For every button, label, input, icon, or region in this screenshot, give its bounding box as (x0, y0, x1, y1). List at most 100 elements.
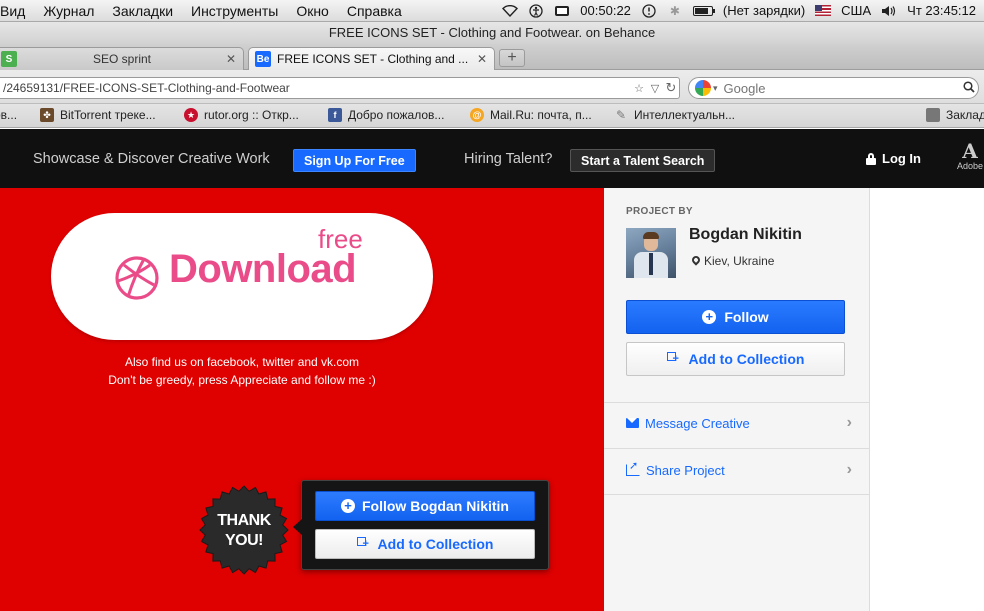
adobe-label: Adobe (957, 161, 984, 171)
follow-button[interactable]: + Follow (626, 300, 845, 334)
bookmarks-folder[interactable]: Заклад (926, 108, 984, 122)
tab-strip: S SEO sprint ✕ Be FREE ICONS SET - Cloth… (0, 44, 984, 70)
mail-icon (626, 418, 639, 428)
paperclip-icon: ✎ (615, 108, 627, 122)
search-icon[interactable] (960, 80, 978, 96)
add-to-collection-label: Add to Collection (377, 536, 494, 552)
lock-icon (866, 152, 876, 165)
tab-seo-sprint[interactable]: S SEO sprint ✕ (0, 47, 244, 70)
hiring-label: Hiring Talent? (464, 151, 553, 167)
project-sidebar: PROJECT BY Bogdan Nikitin Kiev, Ukraine … (604, 188, 870, 611)
history-dropdown-icon[interactable]: ▽ (647, 82, 663, 95)
bittorrent-icon: ✤ (40, 108, 54, 122)
tab-label: FREE ICONS SET - Clothing and ... (277, 52, 469, 66)
thank-you-text: THANK YOU! (217, 512, 271, 549)
page-gutter (871, 188, 984, 611)
time-machine-icon[interactable] (641, 3, 657, 18)
bookmark-star-icon[interactable]: ☆ (631, 82, 647, 95)
sidebar-add-to-collection-button[interactable]: Add to Collection (626, 342, 845, 376)
bookmark-intellectual[interactable]: ✎ Интеллектуальн... (614, 108, 735, 122)
adobe-logo[interactable]: A Adobe (957, 141, 983, 171)
follow-owner-button[interactable]: + Follow Bogdan Nikitin (315, 491, 535, 521)
status-tray: 00:50:22 ✱ (Нет зарядки) США Чт 23:45:12 (502, 3, 984, 18)
battery-icon[interactable] (692, 5, 715, 16)
window-title: FREE ICONS SET - Clothing and Footwear. … (0, 22, 984, 44)
wifi-icon[interactable] (502, 4, 519, 18)
menu-tools[interactable]: Инструменты (182, 3, 287, 19)
mailru-icon: @ (470, 108, 484, 122)
artwork-caption: Don't be greedy, press Appreciate and fo… (108, 373, 376, 387)
share-project-link[interactable]: Share Project › (626, 459, 852, 480)
sign-up-button[interactable]: Sign Up For Free (293, 149, 416, 172)
log-in-link[interactable]: Log In (866, 151, 921, 166)
owner-location: Kiev, Ukraine (692, 254, 774, 268)
menu-window[interactable]: Окно (287, 3, 338, 19)
location-pin-icon (692, 256, 700, 267)
reload-icon[interactable]: ↻ (663, 80, 679, 96)
follow-owner-label: Follow Bogdan Nikitin (362, 498, 509, 514)
facebook-icon: f (328, 108, 342, 122)
bluetooth-icon[interactable]: ✱ (667, 4, 683, 18)
folder-icon (926, 108, 940, 122)
plus-circle-icon: + (702, 310, 717, 324)
us-flag-icon[interactable] (815, 5, 832, 16)
bookmark-rutor[interactable]: ★ rutor.org :: Откр... (184, 108, 299, 122)
adobe-icon: A (962, 139, 978, 163)
navigation-toolbar: /24659131/FREE-ICONS-SET-Clothing-and-Fo… (0, 70, 984, 104)
close-icon[interactable]: ✕ (225, 52, 237, 66)
tab-behance[interactable]: Be FREE ICONS SET - Clothing and ... ✕ (248, 47, 495, 70)
owner-name[interactable]: Bogdan Nikitin (689, 226, 802, 244)
project-artwork: Download free Also find us on facebook, … (0, 188, 604, 611)
menu-help[interactable]: Справка (338, 3, 411, 19)
address-bar[interactable]: /24659131/FREE-ICONS-SET-Clothing-and-Fo… (0, 77, 680, 99)
accessibility-icon[interactable] (528, 3, 544, 18)
tab-label: SEO sprint (93, 52, 152, 66)
menu-view[interactable]: Вид (0, 3, 34, 19)
bookmark-item[interactable]: ов... (0, 108, 17, 122)
avatar[interactable] (626, 228, 676, 278)
search-box[interactable]: ▾ (688, 77, 979, 99)
add-collection-icon (666, 352, 681, 366)
menu-bookmarks[interactable]: Закладки (103, 3, 182, 19)
plus-circle-icon: + (341, 499, 355, 513)
behance-header: Showcase & Discover Creative Work Sign U… (0, 129, 984, 188)
log-in-label: Log In (882, 151, 921, 166)
menu-bar: Вид Журнал Закладки Инструменты Окно Спр… (0, 0, 984, 22)
message-creative-label: Message Creative (645, 415, 750, 431)
add-to-collection-label: Add to Collection (688, 351, 805, 367)
artwork-caption: Also find us on facebook, twitter and vk… (124, 355, 360, 369)
message-creative-link[interactable]: Message Creative › (626, 413, 852, 433)
project-by-label: PROJECT BY (626, 206, 693, 217)
new-tab-button[interactable]: + (499, 49, 525, 67)
divider (604, 402, 870, 403)
time-tracker-icon[interactable] (554, 4, 570, 18)
input-language[interactable]: США (841, 3, 871, 18)
bookmark-bittorrent[interactable]: ✤ BitTorrent треке... (40, 108, 156, 122)
bookmark-mailru[interactable]: @ Mail.Ru: почта, п... (470, 108, 592, 122)
search-input[interactable] (723, 80, 960, 96)
star-icon: ★ (184, 108, 198, 122)
follow-label: Follow (724, 309, 769, 325)
download-banner[interactable]: Download free (51, 213, 433, 340)
divider (604, 494, 870, 495)
divider (604, 448, 870, 449)
follow-popover: + Follow Bogdan Nikitin Add to Collectio… (293, 480, 549, 570)
volume-icon[interactable] (881, 4, 897, 18)
chevron-right-icon: › (846, 414, 852, 431)
elapsed-time: 00:50:22 (580, 3, 631, 18)
battery-status: (Нет зарядки) (722, 3, 806, 18)
chevron-down-icon[interactable]: ▾ (713, 83, 718, 94)
clock[interactable]: Чт 23:45:12 (907, 3, 976, 18)
add-collection-icon (356, 537, 371, 551)
share-project-label: Share Project (646, 462, 725, 478)
talent-search-button[interactable]: Start a Talent Search (570, 149, 716, 172)
add-to-collection-button[interactable]: Add to Collection (315, 529, 535, 559)
seo-sprint-favicon-icon: S (1, 51, 17, 67)
bookmark-facebook[interactable]: f Добро пожалов... (328, 108, 444, 122)
close-icon[interactable]: ✕ (476, 52, 488, 66)
url-text[interactable]: /24659131/FREE-ICONS-SET-Clothing-and-Fo… (3, 81, 631, 95)
google-icon[interactable] (695, 80, 711, 96)
menu-history[interactable]: Журнал (34, 3, 103, 19)
behance-favicon-icon: Be (255, 51, 271, 67)
tagline: Showcase & Discover Creative Work (33, 151, 270, 167)
